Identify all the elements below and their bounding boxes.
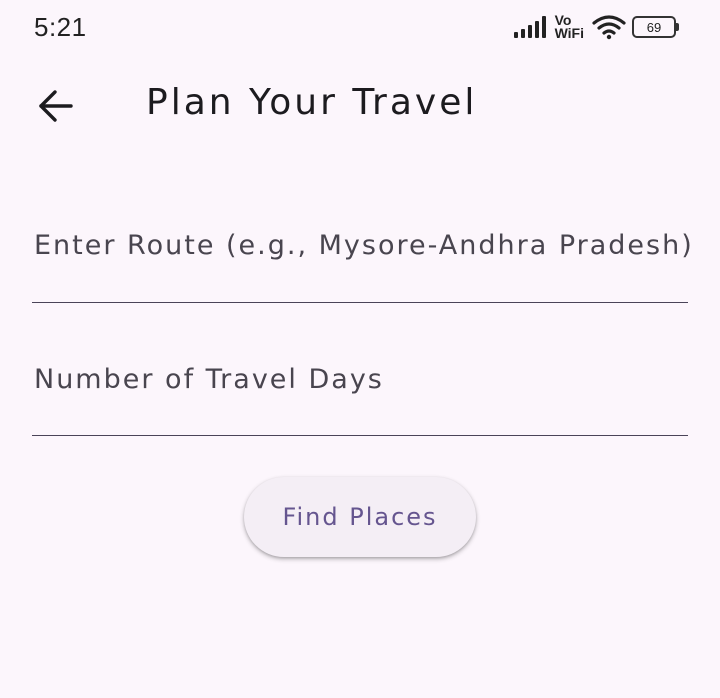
wifi-icon: [592, 15, 626, 40]
travel-days-input-label: Number of Travel Days: [34, 364, 384, 395]
back-button[interactable]: [26, 80, 86, 132]
signal-icon: [513, 16, 546, 38]
route-input[interactable]: Enter Route (e.g., Mysore-Andhra Pradesh…: [32, 200, 692, 303]
find-places-button[interactable]: Find Places: [244, 477, 476, 557]
vowifi-bottom-label: WiFi: [554, 25, 584, 41]
battery-level: 69: [632, 16, 676, 38]
vowifi-icon: Vo WiFi: [554, 13, 584, 41]
page-title: Plan Your Travel: [146, 82, 478, 123]
battery-tip: [676, 23, 679, 31]
arrow-back-icon: [39, 90, 73, 122]
travel-days-input[interactable]: Number of Travel Days: [32, 340, 688, 436]
status-icons: Vo WiFi 69: [513, 10, 680, 44]
route-input-label: Enter Route (e.g., Mysore-Andhra Pradesh…: [34, 230, 694, 261]
app-bar: Plan Your Travel: [0, 62, 720, 152]
battery-icon: 69: [632, 16, 680, 38]
status-bar: 5:21 Vo WiFi 69: [0, 0, 720, 56]
status-time: 5:21: [34, 12, 87, 42]
